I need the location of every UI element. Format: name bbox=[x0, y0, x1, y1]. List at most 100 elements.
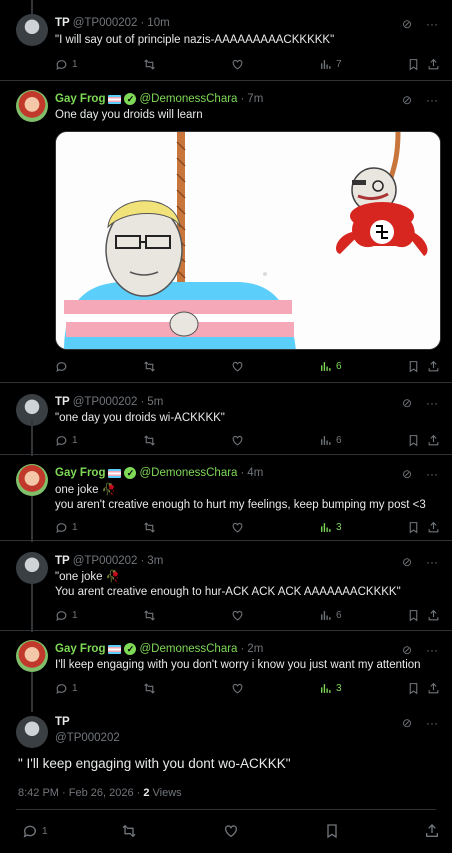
bookmark-button[interactable] bbox=[407, 360, 420, 373]
like-button[interactable] bbox=[231, 521, 244, 534]
tweet-6[interactable]: Gay Frog ✓ @DemonessChara · 2m ⊘ ··· I'l… bbox=[0, 630, 452, 706]
retweet-button[interactable] bbox=[143, 521, 156, 534]
more-icon[interactable]: ··· bbox=[426, 555, 438, 569]
author-handle[interactable]: @TP000202 bbox=[73, 555, 138, 567]
retweet-button[interactable] bbox=[143, 434, 156, 447]
share-button[interactable] bbox=[427, 434, 440, 447]
views-button[interactable]: 6 bbox=[319, 360, 342, 373]
retweet-button[interactable] bbox=[143, 682, 156, 695]
bookmark-button[interactable] bbox=[407, 682, 420, 695]
reply-button[interactable]: 1 bbox=[55, 521, 78, 534]
share-button[interactable] bbox=[427, 360, 440, 373]
share-button[interactable] bbox=[427, 609, 440, 622]
share-button[interactable] bbox=[424, 823, 440, 839]
tweet-actions: 1 7 bbox=[55, 58, 440, 74]
avatar[interactable] bbox=[16, 640, 48, 672]
more-icon[interactable]: ··· bbox=[426, 93, 438, 107]
avatar[interactable] bbox=[16, 90, 48, 122]
more-icon[interactable]: ··· bbox=[426, 716, 438, 730]
author-handle[interactable]: @DemonessChara bbox=[139, 93, 237, 105]
share-button[interactable] bbox=[427, 58, 440, 71]
trans-flag-icon bbox=[108, 94, 122, 104]
tweet-header: Gay Frog ✓ @DemonessChara · 2m bbox=[55, 643, 264, 655]
author-handle[interactable]: @TP000202 bbox=[55, 732, 120, 744]
more-icon[interactable]: ··· bbox=[426, 396, 438, 410]
like-icon bbox=[232, 522, 243, 533]
tweet-time[interactable]: 5m bbox=[147, 396, 163, 408]
main-tweet-text: " I'll keep engaging with you dont wo-AC… bbox=[18, 756, 291, 771]
avatar[interactable] bbox=[16, 716, 48, 748]
main-tweet-actions: 1 bbox=[22, 823, 442, 841]
like-button[interactable] bbox=[223, 823, 239, 839]
grok-icon[interactable]: ⊘ bbox=[402, 17, 412, 31]
author-name[interactable]: Gay Frog bbox=[55, 93, 105, 105]
views-button[interactable]: 7 bbox=[319, 58, 342, 71]
avatar[interactable] bbox=[16, 464, 48, 496]
like-button[interactable] bbox=[231, 434, 244, 447]
views-button[interactable]: 6 bbox=[319, 434, 342, 447]
retweet-button[interactable] bbox=[143, 360, 156, 373]
tweet-media-image[interactable] bbox=[55, 131, 441, 350]
main-tweet[interactable]: TP @TP000202 ⊘ ··· " I'll keep engaging … bbox=[0, 706, 452, 853]
bookmark-button[interactable] bbox=[407, 58, 420, 71]
tweet-time[interactable]: 4m bbox=[247, 467, 263, 479]
author-name[interactable]: TP bbox=[55, 396, 70, 408]
like-button[interactable] bbox=[231, 58, 244, 71]
tweet-1[interactable]: TP @TP000202 · 10m ⊘ ··· "I will say out… bbox=[0, 0, 452, 80]
author-name[interactable]: TP bbox=[55, 716, 70, 728]
author-handle[interactable]: @DemonessChara bbox=[139, 643, 237, 655]
tweet-4[interactable]: Gay Frog ✓ @DemonessChara · 4m ⊘ ··· one… bbox=[0, 454, 452, 540]
avatar[interactable] bbox=[16, 14, 48, 46]
avatar[interactable] bbox=[16, 552, 48, 584]
bookmark-button[interactable] bbox=[407, 609, 420, 622]
reply-button[interactable]: 1 bbox=[55, 434, 78, 447]
reply-button[interactable]: 1 bbox=[55, 58, 78, 71]
retweet-icon bbox=[144, 59, 155, 70]
reply-button[interactable]: 1 bbox=[55, 682, 78, 695]
views-button[interactable]: 3 bbox=[319, 682, 342, 695]
retweet-button[interactable] bbox=[143, 58, 156, 71]
author-handle[interactable]: @DemonessChara bbox=[139, 467, 237, 479]
more-icon[interactable]: ··· bbox=[426, 17, 438, 31]
grok-icon[interactable]: ⊘ bbox=[402, 396, 412, 410]
tweet-time[interactable]: 2m bbox=[247, 643, 263, 655]
views-button[interactable]: 6 bbox=[319, 609, 342, 622]
grok-icon[interactable]: ⊘ bbox=[402, 643, 412, 657]
author-name[interactable]: TP bbox=[55, 17, 70, 29]
like-button[interactable] bbox=[231, 682, 244, 695]
tweet-time[interactable]: 7m bbox=[247, 93, 263, 105]
tweet-time[interactable]: 3m bbox=[147, 555, 163, 567]
share-button[interactable] bbox=[427, 682, 440, 695]
bookmark-button[interactable] bbox=[324, 823, 340, 839]
share-button[interactable] bbox=[427, 521, 440, 534]
author-handle[interactable]: @TP000202 bbox=[73, 17, 138, 29]
retweet-button[interactable] bbox=[143, 609, 156, 622]
retweet-button[interactable] bbox=[121, 823, 137, 839]
views-count: 6 bbox=[336, 435, 342, 446]
views-button[interactable]: 3 bbox=[319, 521, 342, 534]
grok-icon[interactable]: ⊘ bbox=[402, 716, 412, 730]
author-name[interactable]: Gay Frog bbox=[55, 643, 105, 655]
bookmark-button[interactable] bbox=[407, 521, 420, 534]
reply-button[interactable]: 1 bbox=[22, 823, 48, 839]
reply-button[interactable] bbox=[55, 360, 68, 373]
grok-icon[interactable]: ⊘ bbox=[402, 467, 412, 481]
more-icon[interactable]: ··· bbox=[426, 467, 438, 481]
author-handle[interactable]: @TP000202 bbox=[73, 396, 138, 408]
tweet-5[interactable]: TP @TP000202 · 3m ⊘ ··· "one joke 🥀 You … bbox=[0, 540, 452, 630]
trans-flag-icon bbox=[108, 644, 122, 654]
grok-icon[interactable]: ⊘ bbox=[402, 93, 412, 107]
reply-icon bbox=[56, 60, 67, 70]
more-icon[interactable]: ··· bbox=[426, 643, 438, 657]
tweet-3[interactable]: TP @TP000202 · 5m ⊘ ··· "one day you dro… bbox=[0, 382, 452, 454]
timestamp[interactable]: 8:42 PM · Feb 26, 2026 · bbox=[18, 787, 143, 799]
author-name[interactable]: Gay Frog bbox=[55, 467, 105, 479]
grok-icon[interactable]: ⊘ bbox=[402, 555, 412, 569]
like-button[interactable] bbox=[231, 609, 244, 622]
author-name[interactable]: TP bbox=[55, 555, 70, 567]
like-button[interactable] bbox=[231, 360, 244, 373]
bookmark-button[interactable] bbox=[407, 434, 420, 447]
verified-icon: ✓ bbox=[124, 467, 137, 479]
reply-button[interactable]: 1 bbox=[55, 609, 78, 622]
tweet-time[interactable]: 10m bbox=[147, 17, 169, 29]
